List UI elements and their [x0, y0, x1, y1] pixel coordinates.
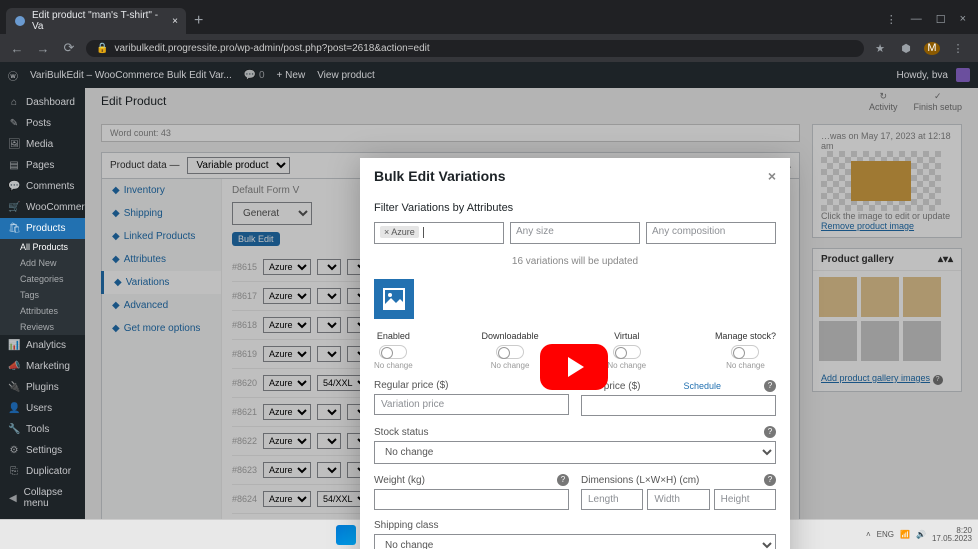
new-link[interactable]: + New — [277, 70, 306, 81]
extension-icon[interactable]: ★ — [872, 42, 888, 55]
weight-label: Weight (kg) — [374, 475, 425, 486]
ext-icon[interactable]: ⋮ — [886, 13, 897, 26]
sidebar-item-products[interactable]: 🛍Products — [0, 218, 85, 239]
sidebar-item-dashboard[interactable]: ⌂Dashboard — [0, 92, 85, 113]
tray-wifi-icon[interactable]: 📶 — [900, 530, 910, 539]
width-input[interactable] — [647, 489, 709, 510]
wp-logo-icon[interactable]: ⓦ — [8, 68, 18, 83]
height-input[interactable] — [714, 489, 776, 510]
toggle-label: Downloadable — [482, 331, 539, 341]
modal-title: Bulk Edit Variations — [374, 168, 505, 184]
regular-price-input[interactable] — [374, 394, 569, 415]
sidebar-item-duplicator[interactable]: ⎘Duplicator — [0, 461, 85, 482]
updated-count-text: 16 variations will be updated — [374, 256, 776, 267]
toggle-switch[interactable] — [496, 345, 524, 359]
chip-azure[interactable]: × Azure — [380, 226, 419, 238]
shipping-class-label: Shipping class — [374, 520, 438, 531]
extension-icon[interactable]: ⬢ — [898, 42, 914, 55]
toggle-switch[interactable] — [613, 345, 641, 359]
sidebar-sub-reviews[interactable]: Reviews — [0, 319, 85, 335]
nav-back-icon[interactable]: ← — [8, 41, 26, 56]
toggle-label: Manage stock? — [715, 331, 776, 341]
sidebar-sub-all-products[interactable]: All Products — [0, 239, 85, 255]
tray-chevron-icon[interactable]: ˄ — [866, 530, 871, 539]
window-minimize[interactable]: — — [911, 13, 922, 26]
view-product-link[interactable]: View product — [317, 70, 375, 81]
admin-sidebar: ⌂Dashboard ✎Posts 🖼Media ▤Pages 💬Comment… — [0, 88, 85, 549]
weight-input[interactable] — [374, 489, 569, 510]
tab-title: Edit product "man's T-shirt" - Va — [32, 10, 166, 32]
filter-composition-input[interactable]: Any composition — [646, 222, 776, 244]
tab-close-icon[interactable]: × — [172, 16, 178, 27]
tray-clock[interactable]: 8:20 17.05.2023 — [932, 527, 972, 543]
schedule-link[interactable]: Schedule — [683, 381, 721, 391]
sidebar-item-settings[interactable]: ⚙Settings — [0, 440, 85, 461]
nav-forward-icon[interactable]: → — [34, 41, 52, 56]
toggle-switch[interactable] — [379, 345, 407, 359]
dimensions-label: Dimensions (L×W×H) (cm) — [581, 475, 699, 486]
tray-volume-icon[interactable]: 🔊 — [916, 530, 926, 539]
toggle-switch[interactable] — [731, 345, 759, 359]
filter-heading: Filter Variations by Attributes — [374, 202, 776, 214]
sidebar-sub-categories[interactable]: Categories — [0, 271, 85, 287]
stock-status-label: Stock status — [374, 427, 428, 438]
help-icon[interactable]: ? — [764, 426, 776, 438]
sidebar-sub-attributes[interactable]: Attributes — [0, 303, 85, 319]
sidebar-item-plugins[interactable]: 🔌Plugins — [0, 377, 85, 398]
wordpress-icon — [14, 15, 26, 27]
help-icon[interactable]: ? — [764, 380, 776, 392]
sidebar-item-tools[interactable]: 🔧Tools — [0, 419, 85, 440]
stock-status-select[interactable]: No change — [374, 441, 776, 464]
help-icon[interactable]: ? — [557, 474, 569, 486]
no-change-text: No change — [482, 361, 539, 370]
start-icon[interactable] — [336, 525, 356, 545]
sidebar-sub-add-new[interactable]: Add New — [0, 255, 85, 271]
sidebar-item-pages[interactable]: ▤Pages — [0, 155, 85, 176]
no-change-text: No change — [374, 361, 413, 370]
sidebar-sub-tags[interactable]: Tags — [0, 287, 85, 303]
toggle-label: Virtual — [607, 331, 646, 341]
url-text: varibulkedit.progressite.pro/wp-admin/po… — [114, 43, 429, 54]
sidebar-item-analytics[interactable]: 📊Analytics — [0, 335, 85, 356]
sidebar-item-woocommerce[interactable]: 🛒WooCommerce — [0, 197, 85, 218]
profile-icon[interactable]: M — [924, 42, 940, 55]
nav-refresh-icon[interactable]: ⟳ — [60, 40, 78, 56]
comments-icon[interactable]: 💬 0 — [244, 70, 265, 81]
address-bar[interactable]: 🔒 varibulkedit.progressite.pro/wp-admin/… — [86, 40, 864, 57]
no-change-text: No change — [607, 361, 646, 370]
new-tab-button[interactable]: + — [186, 8, 211, 34]
play-icon[interactable] — [540, 344, 608, 390]
image-icon — [382, 287, 406, 311]
variation-image-placeholder[interactable] — [374, 279, 414, 319]
browser-tab[interactable]: Edit product "man's T-shirt" - Va × — [6, 8, 186, 34]
sale-price-input[interactable] — [581, 395, 776, 416]
filter-color-input[interactable]: × Azure — [374, 222, 504, 244]
howdy-text[interactable]: Howdy, bva — [896, 70, 948, 81]
close-icon[interactable]: × — [768, 168, 776, 184]
regular-price-label: Regular price ($) — [374, 380, 448, 391]
no-change-text: No change — [715, 361, 776, 370]
help-icon[interactable]: ? — [764, 474, 776, 486]
toggle-label: Enabled — [374, 331, 413, 341]
filter-size-input[interactable]: Any size — [510, 222, 640, 244]
browser-menu-icon[interactable]: ⋮ — [950, 42, 966, 55]
window-maximize[interactable]: ☐ — [936, 13, 946, 26]
lock-icon: 🔒 — [96, 43, 108, 54]
avatar[interactable] — [956, 68, 970, 82]
length-input[interactable] — [581, 489, 643, 510]
sidebar-item-marketing[interactable]: 📣Marketing — [0, 356, 85, 377]
sidebar-item-users[interactable]: 👤Users — [0, 398, 85, 419]
sidebar-item-posts[interactable]: ✎Posts — [0, 113, 85, 134]
shipping-class-select[interactable]: No change — [374, 534, 776, 549]
tray-lang[interactable]: ENG — [877, 530, 894, 539]
sidebar-collapse[interactable]: ◀Collapse menu — [0, 482, 85, 514]
site-link[interactable]: VariBulkEdit – WooCommerce Bulk Edit Var… — [30, 70, 232, 81]
window-close[interactable]: × — [960, 13, 966, 26]
sidebar-item-media[interactable]: 🖼Media — [0, 134, 85, 155]
sidebar-item-comments[interactable]: 💬Comments — [0, 176, 85, 197]
